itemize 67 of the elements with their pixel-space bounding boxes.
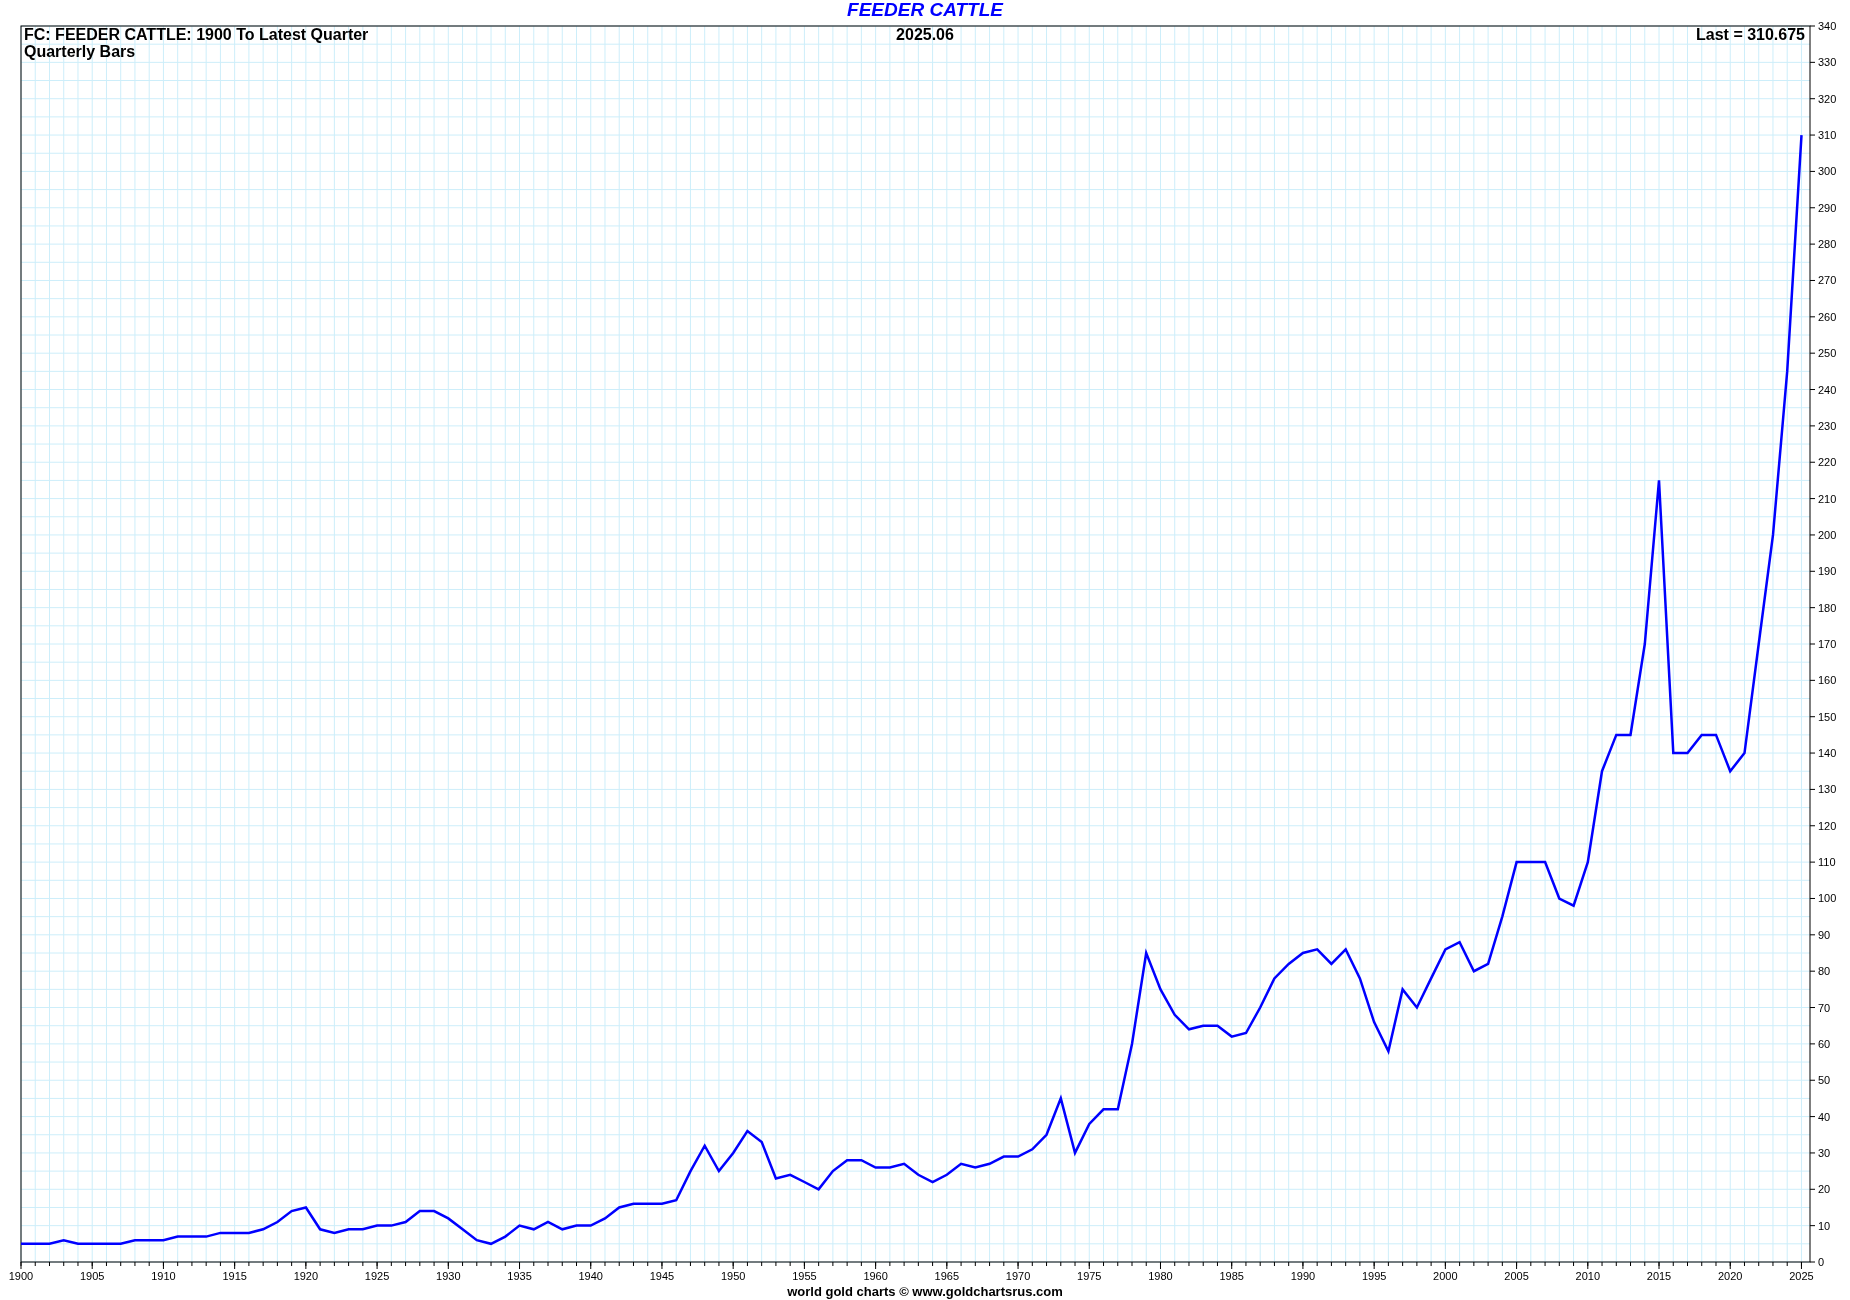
x-axis-label: 1915	[222, 1270, 247, 1282]
y-axis-label: 140	[1818, 747, 1837, 760]
x-axis-label: 2025	[1789, 1270, 1814, 1282]
chart-subtitle: FC: FEEDER CATTLE: 1900 To Latest Quarter	[24, 26, 369, 43]
y-axis-label: 260	[1818, 310, 1837, 323]
chart-subtitle: Quarterly Bars	[24, 43, 136, 60]
x-axis-label: 1900	[8, 1270, 34, 1282]
y-axis-label: 110	[1818, 856, 1836, 869]
y-axis-label: 190	[1818, 565, 1837, 578]
y-axis-label: 170	[1818, 638, 1837, 650]
x-axis-label: 1990	[1290, 1270, 1316, 1282]
y-axis-label: 200	[1818, 528, 1837, 541]
y-axis-label: 220	[1818, 456, 1837, 469]
x-axis-label: 1965	[934, 1270, 960, 1282]
x-axis-label: 2010	[1575, 1270, 1601, 1282]
y-axis-label: 310	[1818, 129, 1837, 142]
chart-title: FEEDER CATTLE	[847, 0, 1003, 20]
x-axis-label: 1945	[649, 1270, 675, 1282]
x-axis-label: 1940	[578, 1270, 603, 1282]
x-axis-label: 2005	[1504, 1270, 1529, 1282]
y-axis-label: 250	[1818, 347, 1837, 360]
x-axis-label: 1995	[1361, 1270, 1387, 1282]
x-axis-label: 1935	[507, 1270, 532, 1282]
y-axis-label: 210	[1818, 492, 1837, 505]
x-axis-label: 1960	[863, 1270, 888, 1282]
x-axis-label: 1930	[436, 1270, 461, 1282]
y-axis-label: 150	[1818, 710, 1837, 723]
y-axis-label: 230	[1818, 419, 1837, 432]
x-axis-label: 1905	[80, 1270, 105, 1282]
y-axis-label: 340	[1818, 20, 1837, 32]
y-axis-label: 50	[1818, 1074, 1831, 1087]
y-axis-label: 240	[1818, 383, 1837, 396]
y-axis-label: 100	[1818, 892, 1837, 905]
x-axis-label: 1985	[1219, 1270, 1244, 1282]
x-axis-label: 1955	[792, 1270, 817, 1282]
x-axis-label: 1970	[1005, 1270, 1031, 1282]
y-axis-label: 180	[1818, 601, 1837, 614]
x-axis-label: 1975	[1077, 1270, 1102, 1282]
y-axis-label: 70	[1818, 1001, 1831, 1014]
x-axis-label: 2015	[1646, 1270, 1672, 1282]
y-axis-label: 270	[1818, 274, 1837, 287]
y-axis-label: 0	[1818, 1256, 1825, 1268]
y-axis-label: 80	[1818, 965, 1831, 978]
y-axis-label: 90	[1818, 928, 1831, 941]
x-axis-label: 1950	[720, 1270, 746, 1282]
x-axis-label: 1925	[364, 1270, 390, 1282]
y-axis-label: 30	[1818, 1146, 1831, 1159]
y-axis-label: 40	[1818, 1110, 1831, 1123]
copyright-text: world gold charts © www.goldchartsrus.com	[787, 1284, 1063, 1300]
y-axis-label: 120	[1818, 819, 1837, 832]
x-axis-label: 1920	[293, 1270, 319, 1282]
x-axis-label: 2020	[1718, 1270, 1743, 1282]
x-axis-label: 1980	[1148, 1270, 1173, 1282]
y-axis-label: 330	[1818, 56, 1837, 69]
x-axis-label: 2000	[1433, 1270, 1458, 1282]
y-axis-label: 130	[1818, 783, 1837, 796]
date-label: 2025.06	[896, 26, 954, 43]
y-axis-label: 60	[1818, 1037, 1831, 1050]
y-axis-label: 20	[1818, 1183, 1831, 1196]
y-axis-label: 10	[1818, 1219, 1831, 1232]
y-axis-label: 320	[1818, 92, 1837, 105]
y-axis-label: 300	[1818, 165, 1837, 178]
y-axis-label: 280	[1818, 238, 1837, 251]
y-axis-label: 160	[1818, 674, 1837, 687]
y-axis-label: 290	[1818, 201, 1837, 214]
x-axis-label: 1910	[151, 1270, 176, 1282]
last-value-label: Last = 310.675	[1696, 26, 1805, 43]
